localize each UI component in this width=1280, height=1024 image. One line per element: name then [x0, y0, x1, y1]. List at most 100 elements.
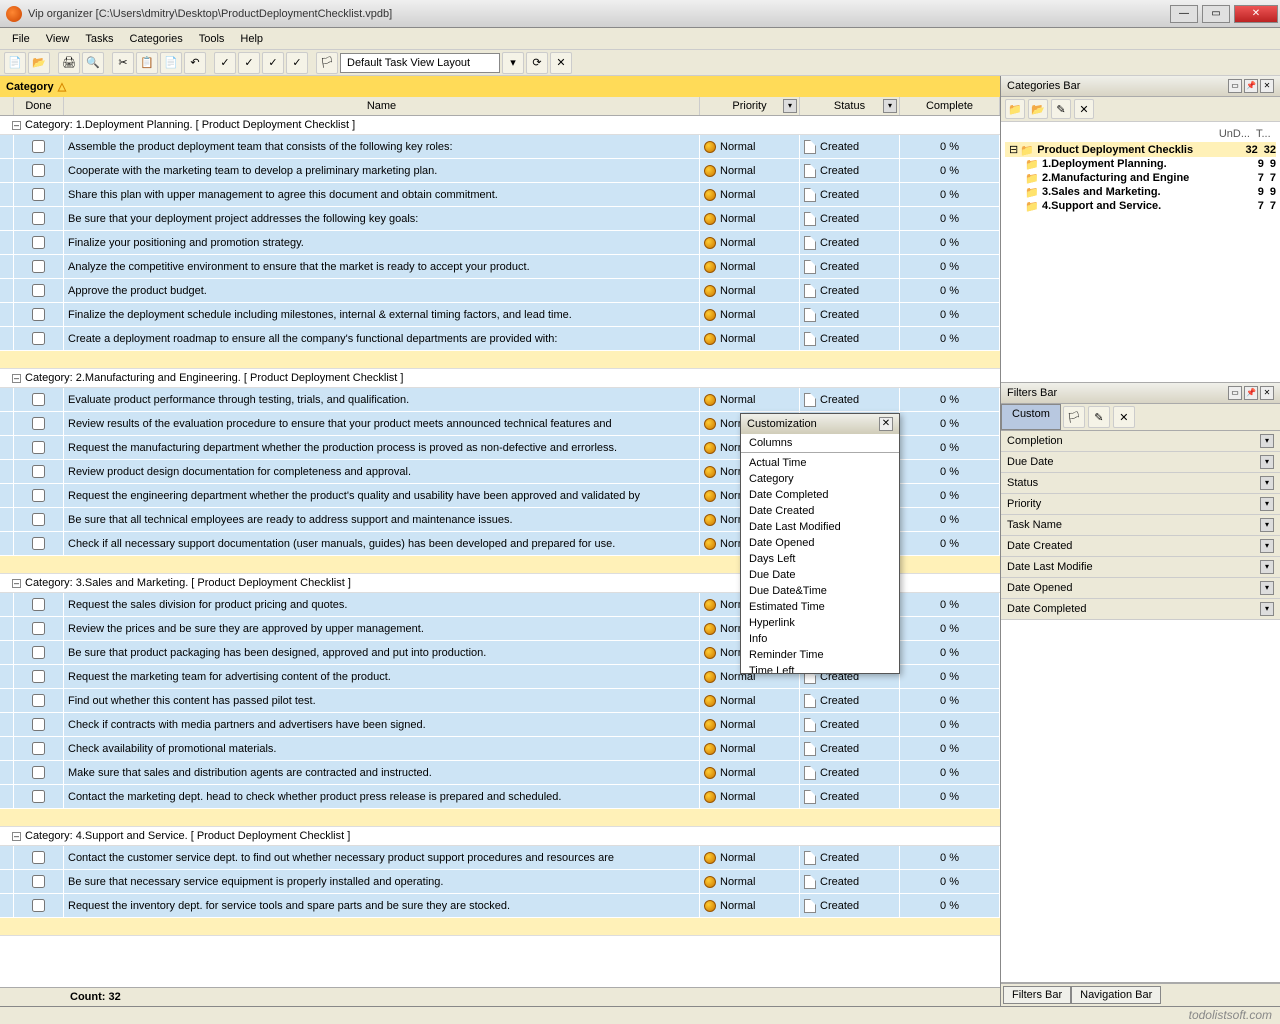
filter-dropdown-icon[interactable]: ▾: [1260, 560, 1274, 574]
col-priority[interactable]: Priority▾: [700, 97, 800, 115]
done-checkbox[interactable]: [32, 694, 45, 707]
cat-tb-4[interactable]: ✕: [1074, 99, 1094, 119]
tb-preview[interactable]: 🔍: [82, 52, 104, 74]
filter-tb-1[interactable]: 🏳: [1063, 406, 1085, 428]
customization-item[interactable]: Hyperlink: [743, 615, 897, 631]
tb-paste[interactable]: 📄: [160, 52, 182, 74]
category-row[interactable]: –Category: 2.Manufacturing and Engineeri…: [0, 369, 1000, 388]
task-row[interactable]: Check if contracts with media partners a…: [0, 713, 1000, 737]
done-checkbox[interactable]: [32, 212, 45, 225]
done-checkbox[interactable]: [32, 417, 45, 430]
minimize-button[interactable]: —: [1170, 5, 1198, 23]
filter-tab-custom[interactable]: Custom: [1001, 404, 1061, 430]
done-checkbox[interactable]: [32, 670, 45, 683]
done-checkbox[interactable]: [32, 236, 45, 249]
task-row[interactable]: Evaluate product performance through tes…: [0, 388, 1000, 412]
task-row[interactable]: Find out whether this content has passed…: [0, 689, 1000, 713]
done-checkbox[interactable]: [32, 164, 45, 177]
task-row[interactable]: Be sure that necessary service equipment…: [0, 870, 1000, 894]
tree-item[interactable]: 📁4.Support and Service.77: [1005, 199, 1276, 213]
fpanel-pin-icon[interactable]: 📌: [1244, 386, 1258, 400]
task-row[interactable]: Finalize your positioning and promotion …: [0, 231, 1000, 255]
menu-view[interactable]: View: [38, 30, 78, 48]
filter-dropdown-icon[interactable]: ▾: [1260, 602, 1274, 616]
col-name[interactable]: Name: [64, 97, 700, 115]
collapse-icon[interactable]: –: [12, 374, 21, 383]
customization-item[interactable]: Date Created: [743, 503, 897, 519]
filter-row[interactable]: Date Last Modifie▾: [1001, 557, 1280, 578]
tab-filters-bar[interactable]: Filters Bar: [1003, 986, 1071, 1004]
filter-row[interactable]: Date Completed▾: [1001, 599, 1280, 620]
task-row[interactable]: Finalize the deployment schedule includi…: [0, 303, 1000, 327]
done-checkbox[interactable]: [32, 260, 45, 273]
menu-categories[interactable]: Categories: [122, 30, 191, 48]
cat-tb-3[interactable]: ✎: [1051, 99, 1071, 119]
customization-item[interactable]: Info: [743, 631, 897, 647]
filter-row[interactable]: Task Name▾: [1001, 515, 1280, 536]
category-row[interactable]: –Category: 4.Support and Service. [ Prod…: [0, 827, 1000, 846]
task-row[interactable]: Check availability of promotional materi…: [0, 737, 1000, 761]
menu-tasks[interactable]: Tasks: [77, 30, 121, 48]
customization-item[interactable]: Time Left: [743, 663, 897, 673]
customization-close-icon[interactable]: ✕: [879, 417, 893, 431]
filter-tb-2[interactable]: ✎: [1088, 406, 1110, 428]
done-checkbox[interactable]: [32, 622, 45, 635]
tb-task1[interactable]: ✓: [214, 52, 236, 74]
filter-row[interactable]: Due Date▾: [1001, 452, 1280, 473]
tb-flag[interactable]: 🏳: [316, 52, 338, 74]
tb-delete[interactable]: ✕: [550, 52, 572, 74]
filter-row[interactable]: Status▾: [1001, 473, 1280, 494]
customization-header[interactable]: Customization ✕: [741, 414, 899, 434]
close-button[interactable]: ✕: [1234, 5, 1278, 23]
filter-dropdown-icon[interactable]: ▾: [1260, 434, 1274, 448]
tb-task2[interactable]: ✓: [238, 52, 260, 74]
customization-item[interactable]: Days Left: [743, 551, 897, 567]
fpanel-close-icon[interactable]: ✕: [1260, 386, 1274, 400]
col-done[interactable]: Done: [14, 97, 64, 115]
customization-item[interactable]: Category: [743, 471, 897, 487]
done-checkbox[interactable]: [32, 188, 45, 201]
filter-dropdown-icon[interactable]: ▾: [1260, 497, 1274, 511]
task-row[interactable]: Cooperate with the marketing team to dev…: [0, 159, 1000, 183]
tb-cut[interactable]: ✂: [112, 52, 134, 74]
filter-row[interactable]: Completion▾: [1001, 431, 1280, 452]
maximize-button[interactable]: ▭: [1202, 5, 1230, 23]
group-by-bar[interactable]: Category△: [0, 76, 1000, 97]
done-checkbox[interactable]: [32, 851, 45, 864]
done-checkbox[interactable]: [32, 598, 45, 611]
done-checkbox[interactable]: [32, 718, 45, 731]
done-checkbox[interactable]: [32, 766, 45, 779]
collapse-icon[interactable]: –: [12, 121, 21, 130]
menu-help[interactable]: Help: [232, 30, 271, 48]
panel-close-icon[interactable]: ✕: [1260, 79, 1274, 93]
cat-tb-2[interactable]: 📂: [1028, 99, 1048, 119]
task-row[interactable]: Be sure that your deployment project add…: [0, 207, 1000, 231]
tb-refresh[interactable]: ⟳: [526, 52, 548, 74]
collapse-icon[interactable]: –: [12, 832, 21, 841]
task-row[interactable]: Create a deployment roadmap to ensure al…: [0, 327, 1000, 351]
status-filter-icon[interactable]: ▾: [883, 99, 897, 113]
customization-item[interactable]: Due Date: [743, 567, 897, 583]
customization-item[interactable]: Date Completed: [743, 487, 897, 503]
done-checkbox[interactable]: [32, 875, 45, 888]
task-row[interactable]: Approve the product budget.NormalCreated…: [0, 279, 1000, 303]
customization-item[interactable]: Due Date&Time: [743, 583, 897, 599]
tb-new[interactable]: 📄: [4, 52, 26, 74]
done-checkbox[interactable]: [32, 308, 45, 321]
tb-print[interactable]: 🖨: [58, 52, 80, 74]
done-checkbox[interactable]: [32, 465, 45, 478]
filter-row[interactable]: Priority▾: [1001, 494, 1280, 515]
filter-dropdown-icon[interactable]: ▾: [1260, 476, 1274, 490]
tree-item[interactable]: 📁3.Sales and Marketing.99: [1005, 185, 1276, 199]
tb-copy[interactable]: 📋: [136, 52, 158, 74]
task-row[interactable]: Share this plan with upper management to…: [0, 183, 1000, 207]
done-checkbox[interactable]: [32, 393, 45, 406]
customization-item[interactable]: Estimated Time: [743, 599, 897, 615]
done-checkbox[interactable]: [32, 332, 45, 345]
col-status[interactable]: Status▾: [800, 97, 900, 115]
col-complete[interactable]: Complete: [900, 97, 1000, 115]
done-checkbox[interactable]: [32, 790, 45, 803]
done-checkbox[interactable]: [32, 742, 45, 755]
fpanel-minimize-icon[interactable]: ▭: [1228, 386, 1242, 400]
task-row[interactable]: Analyze the competitive environment to e…: [0, 255, 1000, 279]
